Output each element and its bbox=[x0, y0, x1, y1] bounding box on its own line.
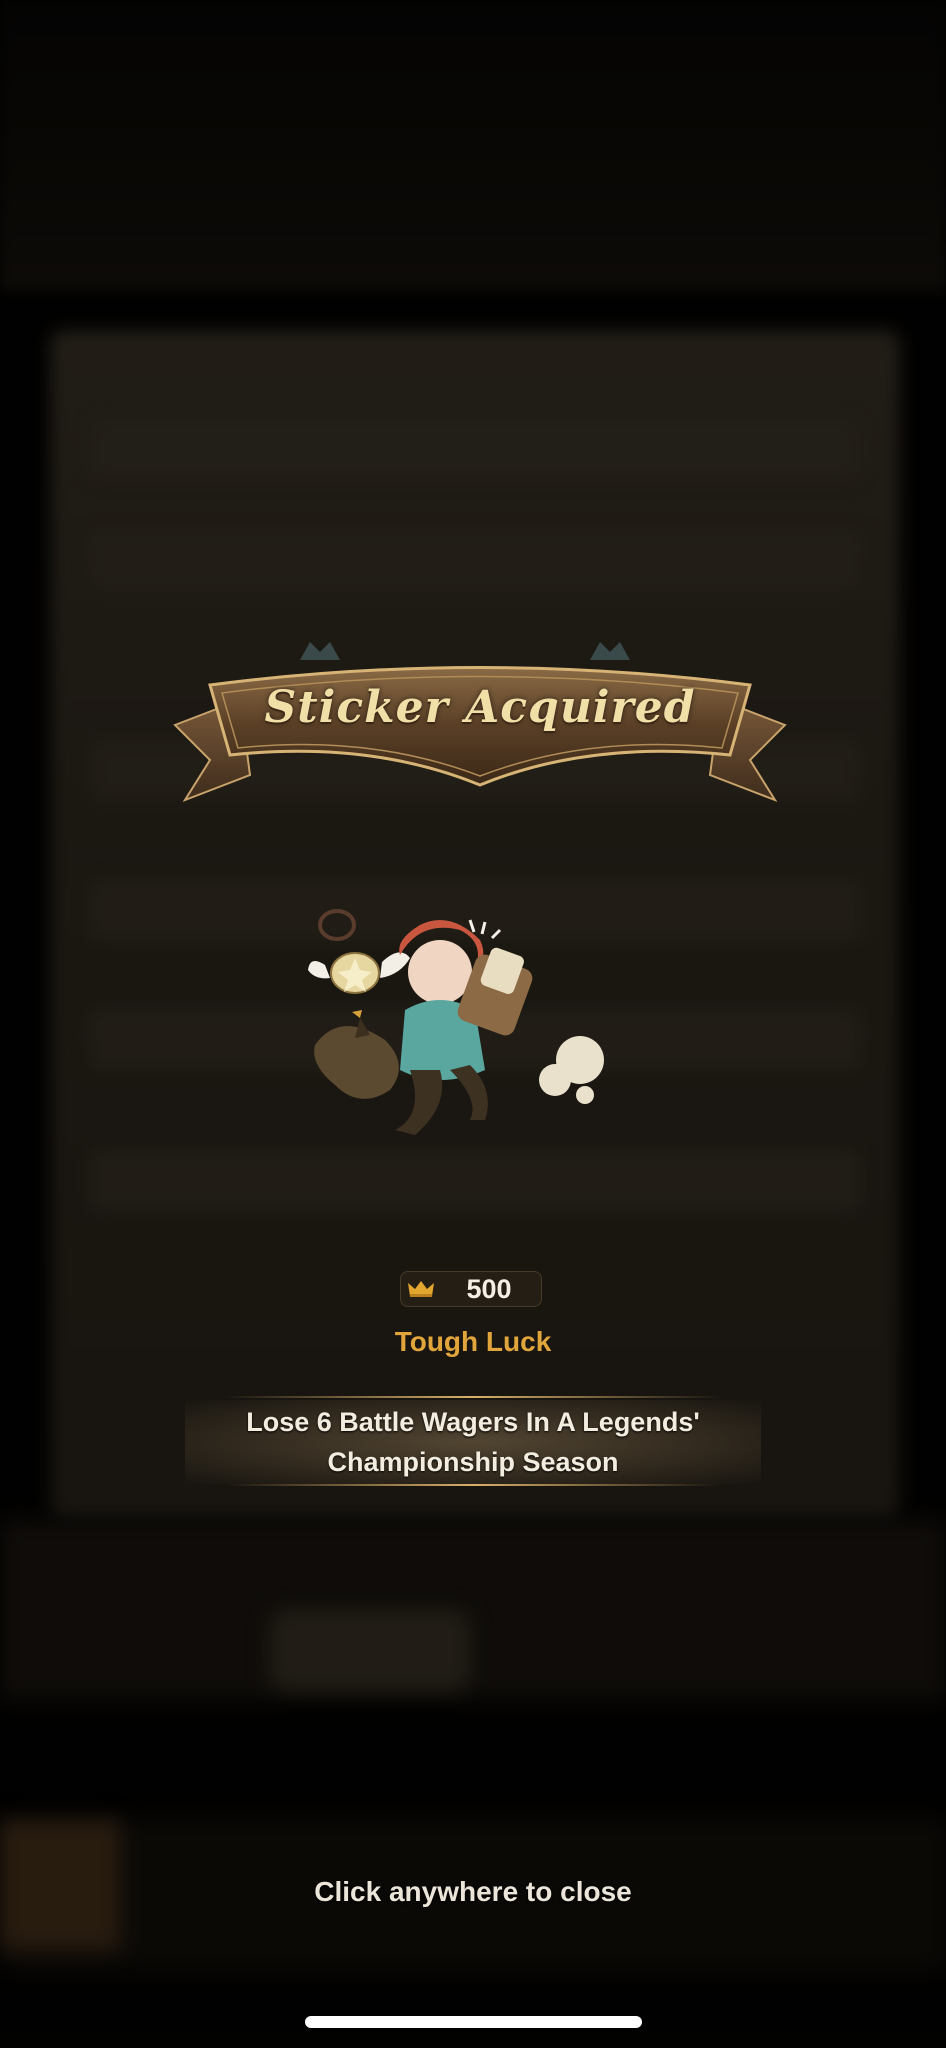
home-indicator[interactable] bbox=[305, 2016, 642, 2028]
description-line-2: Championship Season bbox=[327, 1447, 619, 1477]
reward-value: 500 bbox=[466, 1274, 512, 1304]
sticker-name: Tough Luck bbox=[394, 1326, 552, 1357]
crown-icon bbox=[408, 1281, 434, 1297]
description-text: Lose 6 Battle Wagers In A Legends' Champ… bbox=[185, 1402, 761, 1482]
close-hint[interactable]: Click anywhere to close bbox=[0, 1876, 946, 1908]
divider-bottom bbox=[225, 1484, 721, 1486]
sticker-illustration bbox=[300, 900, 660, 1150]
sticker-description: Lose 6 Battle Wagers In A Legends' Champ… bbox=[185, 1396, 761, 1488]
description-line-1: Lose 6 Battle Wagers In A Legends' bbox=[246, 1407, 700, 1437]
sticker-icon bbox=[308, 909, 604, 1135]
reward-badge: 500 bbox=[400, 1271, 542, 1307]
sticker-acquired-banner: Sticker Acquired bbox=[170, 630, 790, 820]
divider-top bbox=[225, 1396, 721, 1398]
banner-title: Sticker Acquired bbox=[264, 682, 696, 733]
